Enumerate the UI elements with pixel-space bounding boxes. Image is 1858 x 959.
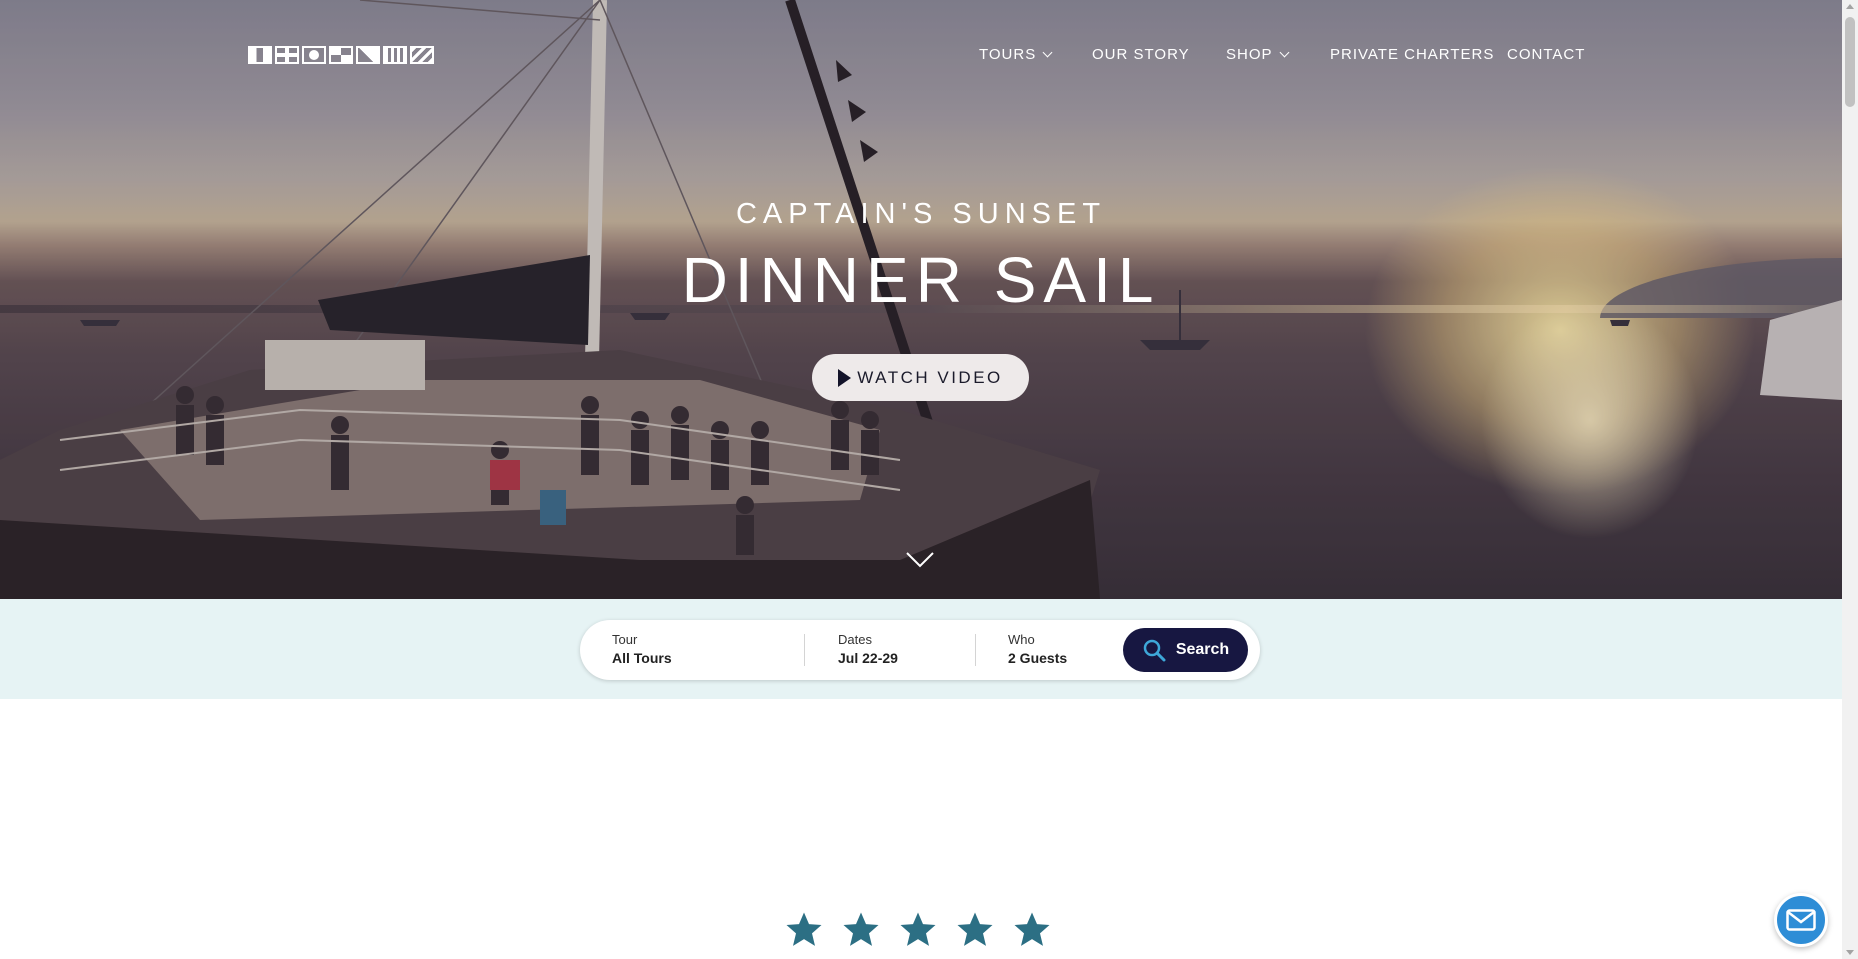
nav-item-private-charters[interactable]: PRIVATE CHARTERS <box>1330 46 1494 63</box>
nav-item-label: OUR STORY <box>1092 46 1190 63</box>
nav-item-shop[interactable]: SHOP <box>1226 46 1289 63</box>
scroll-down-icon[interactable] <box>1846 950 1854 955</box>
mail-icon <box>1786 909 1816 931</box>
divider <box>804 634 805 666</box>
dates-field-label: Dates <box>838 632 872 647</box>
nav-item-label: CONTACT <box>1507 46 1586 63</box>
dates-field[interactable]: Dates Jul 22-29 <box>838 632 898 666</box>
chevron-down-icon <box>1279 47 1289 58</box>
watch-video-label: WATCH VIDEO <box>857 367 1003 387</box>
scrollbar-thumb[interactable] <box>1845 17 1855 107</box>
guests-field-value: 2 Guests <box>1008 650 1068 666</box>
booking-search-bar: Tour All Tours Dates Jul 22-29 Who 2 Gue… <box>580 620 1260 680</box>
star-icon <box>900 912 936 946</box>
nav-item-label: TOURS <box>979 46 1037 63</box>
hero-banner: TOURS OUR STORY SHOP PRIVATE CHARTERS CO… <box>0 0 1842 599</box>
chevron-down-icon <box>1042 47 1053 58</box>
divider <box>975 634 976 666</box>
nav-item-label: SHOP <box>1226 46 1273 63</box>
guests-field-label: Who <box>1008 632 1035 647</box>
nav-item-tours[interactable]: TOURS <box>979 46 1053 63</box>
page-scrollbar[interactable] <box>1842 0 1858 959</box>
star-icon <box>786 912 822 946</box>
watch-video-button[interactable]: WATCH VIDEO <box>812 354 1029 401</box>
guests-field[interactable]: Who 2 Guests <box>1008 632 1067 666</box>
nav-item-our-story[interactable]: OUR STORY <box>1092 46 1190 63</box>
chevron-down-icon[interactable] <box>906 552 934 568</box>
chat-button[interactable] <box>1774 893 1828 947</box>
search-icon <box>1143 639 1166 662</box>
star-icon <box>843 912 879 946</box>
star-icon <box>1014 912 1050 946</box>
page: TOURS OUR STORY SHOP PRIVATE CHARTERS CO… <box>0 0 1858 959</box>
search-button[interactable]: Search <box>1123 628 1248 672</box>
search-button-label: Search <box>1175 641 1230 658</box>
dates-field-value: Jul 22-29 <box>838 650 898 666</box>
tour-field-label: Tour <box>612 632 638 647</box>
nav-item-label: PRIVATE CHARTERS <box>1330 46 1495 63</box>
hero-title: DINNER SAIL <box>681 244 1161 316</box>
tour-field-value: All Tours <box>612 650 672 666</box>
play-icon <box>838 368 852 387</box>
main-nav: TOURS OUR STORY SHOP PRIVATE CHARTERS CO… <box>0 46 1842 66</box>
star-icon <box>957 912 993 946</box>
nav-item-contact[interactable]: CONTACT <box>1507 46 1585 63</box>
scroll-up-icon[interactable] <box>1846 4 1854 9</box>
tour-field[interactable]: Tour All Tours <box>612 632 672 666</box>
hero-subtitle: CAPTAIN'S SUNSET <box>735 198 1107 230</box>
rating-stars <box>784 910 1052 950</box>
